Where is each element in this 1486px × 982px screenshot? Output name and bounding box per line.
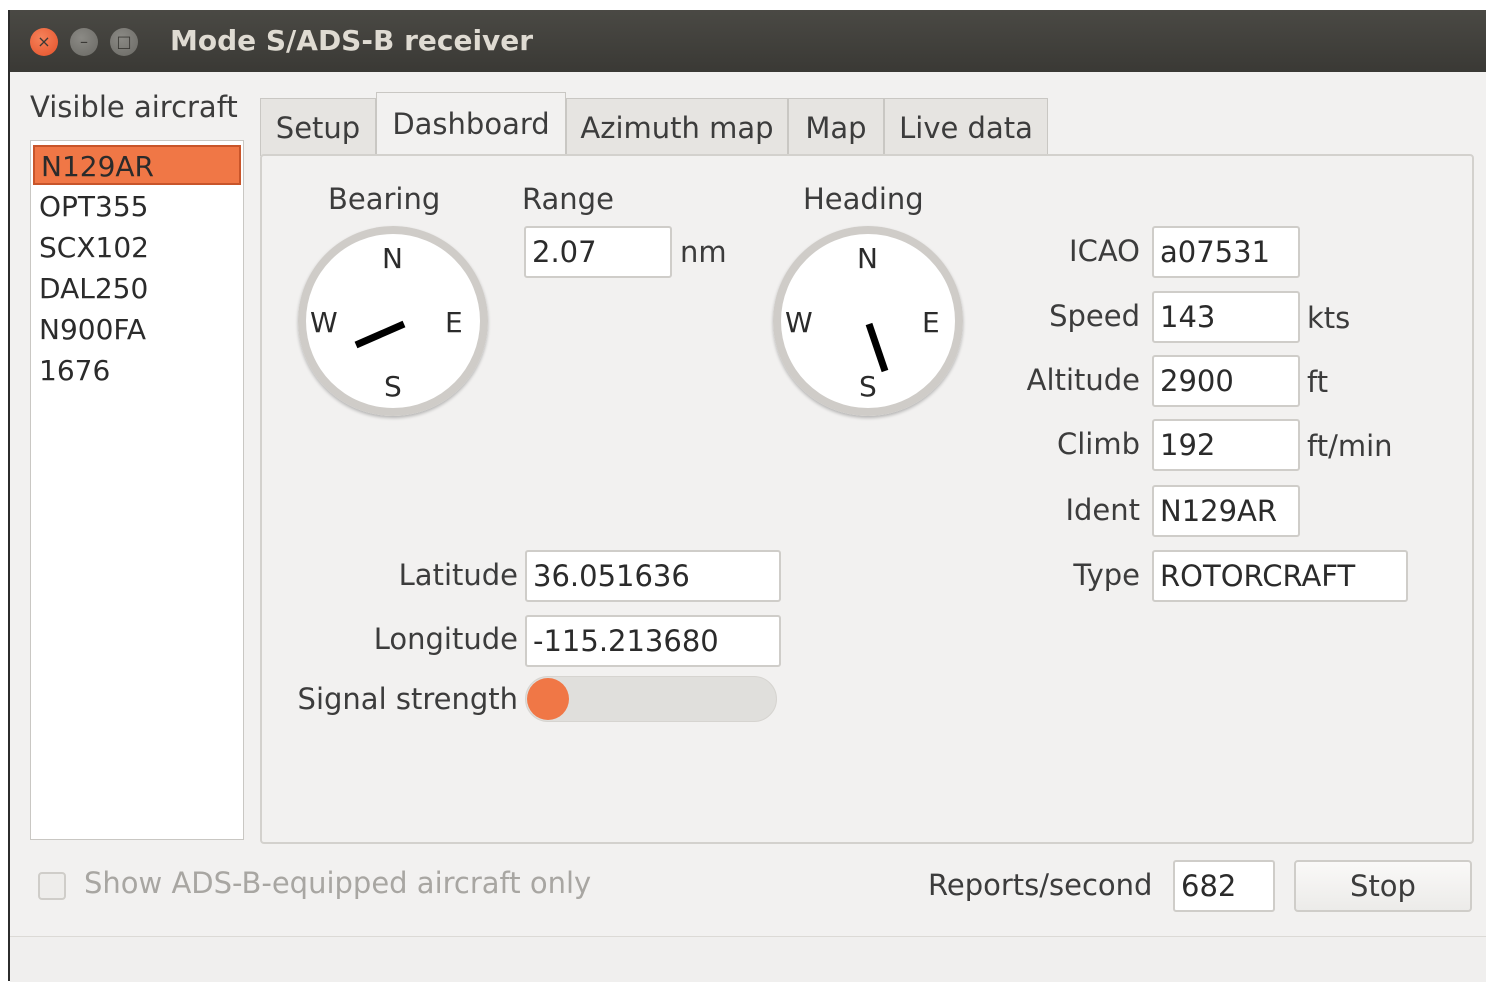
visible-aircraft-label: Visible aircraft [30,90,238,124]
stop-button[interactable]: Stop [1294,860,1472,912]
climb-unit: ft/min [1307,429,1393,463]
title-bar: × – □ Mode S/ADS-B receiver [10,10,1486,72]
list-item[interactable]: 1676 [33,351,241,391]
window-title: Mode S/ADS-B receiver [170,24,534,57]
minimize-window-button[interactable]: – [70,28,98,56]
tab-azimuth-map[interactable]: Azimuth map [566,98,788,156]
signal-strength-label: Signal strength [297,682,518,716]
close-window-button[interactable]: × [30,28,58,56]
list-item[interactable]: OPT355 [33,187,241,227]
tab-live-data[interactable]: Live data [884,98,1048,156]
climb-field[interactable]: 192 [1152,419,1300,471]
aircraft-list[interactable]: N129AR OPT355 SCX102 DAL250 N900FA 1676 [30,140,244,840]
signal-strength-fill [527,678,569,720]
signal-strength-bar [525,676,777,722]
maximize-icon: □ [116,32,132,51]
latitude-label: Latitude [398,558,518,592]
ads-b-only-checkbox[interactable] [38,872,66,900]
list-item[interactable]: N129AR [33,145,241,185]
tab-setup[interactable]: Setup [260,98,376,156]
maximize-window-button[interactable]: □ [110,28,138,56]
reports-per-second-label: Reports/second [928,868,1153,902]
speed-unit: kts [1307,301,1351,335]
ads-b-only-label: Show ADS-B-equipped aircraft only [84,866,592,900]
minimize-icon: – [80,32,88,51]
icao-field[interactable]: a07531 [1152,226,1300,278]
list-item[interactable]: SCX102 [33,228,241,268]
altitude-label: Altitude [1026,363,1140,397]
list-item[interactable]: DAL250 [33,269,241,309]
speed-label: Speed [1049,299,1140,333]
list-item[interactable]: N900FA [33,310,241,350]
bearing-label: Bearing [328,182,441,216]
range-label: Range [522,182,614,216]
status-bar [10,936,1486,982]
range-unit: nm [680,235,727,269]
longitude-label: Longitude [373,622,518,656]
close-icon: × [37,32,51,51]
bearing-compass: N E S W [298,226,488,416]
heading-label: Heading [803,182,924,216]
reports-per-second-field[interactable]: 682 [1173,860,1275,912]
tab-map[interactable]: Map [788,98,884,156]
longitude-field[interactable]: -115.213680 [525,615,781,667]
altitude-unit: ft [1307,365,1329,399]
heading-needle-icon [865,322,889,373]
app-window: × – □ Mode S/ADS-B receiver Visible airc… [8,10,1486,982]
altitude-field[interactable]: 2900 [1152,355,1300,407]
latitude-field[interactable]: 36.051636 [525,550,781,602]
tab-dashboard[interactable]: Dashboard [376,92,566,156]
bearing-needle-icon [354,320,406,349]
heading-compass: N E S W [773,226,963,416]
climb-label: Climb [1056,427,1140,461]
icao-label: ICAO [1069,234,1140,268]
speed-field[interactable]: 143 [1152,291,1300,343]
ident-field[interactable]: N129AR [1152,485,1300,537]
ident-label: Ident [1065,493,1140,527]
type-field[interactable]: ROTORCRAFT [1152,550,1408,602]
range-field[interactable]: 2.07 [524,226,672,278]
type-label: Type [1073,558,1140,592]
